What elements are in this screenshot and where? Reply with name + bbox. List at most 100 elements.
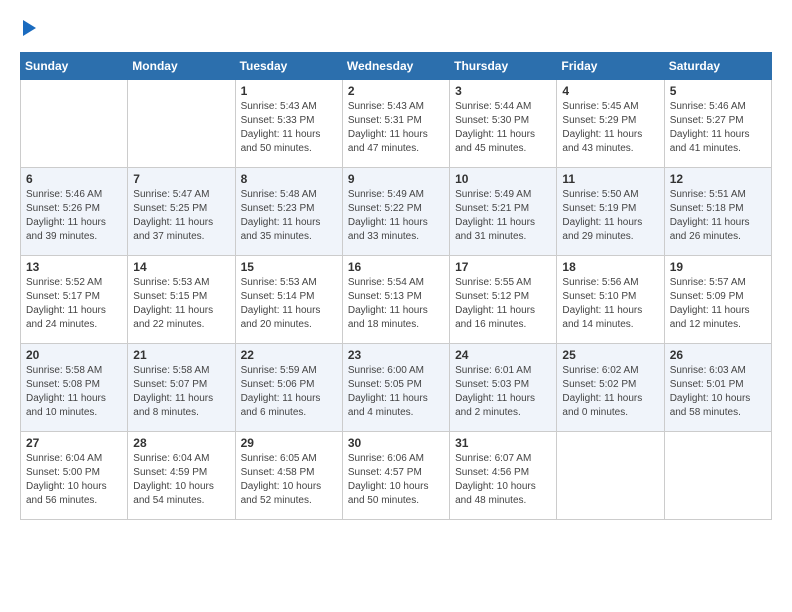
calendar-cell: 21 Sunrise: 5:58 AM Sunset: 5:07 PM Dayli… — [128, 344, 235, 432]
day-detail: Sunrise: 6:01 AM Sunset: 5:03 PM Dayligh… — [455, 364, 551, 420]
day-number: 4 — [562, 84, 658, 98]
day-detail: Sunrise: 5:43 AM Sunset: 5:31 PM Dayligh… — [348, 100, 444, 156]
day-detail: Sunrise: 6:07 AM Sunset: 4:56 PM Dayligh… — [455, 452, 551, 508]
day-detail: Sunrise: 6:05 AM Sunset: 4:58 PM Dayligh… — [241, 452, 337, 508]
calendar-cell: 10Sunrise: 5:49 AM Sunset: 5:21 PM Dayli… — [450, 168, 557, 256]
day-detail: Sunrise: 5:50 AM Sunset: 5:19 PM Dayligh… — [562, 188, 658, 244]
header-day-monday: Monday — [128, 53, 235, 80]
calendar-header-row: SundayMondayTuesdayWednesdayThursdayFrid… — [21, 53, 772, 80]
day-number: 3 — [455, 84, 551, 98]
day-number: 29 — [241, 436, 337, 450]
calendar-cell: 6 Sunrise: 5:46 AM Sunset: 5:26 PM Daylig… — [21, 168, 128, 256]
week-row-3: 13Sunrise: 5:52 AM Sunset: 5:17 PM Dayli… — [21, 256, 772, 344]
day-number: 21 — [133, 348, 229, 362]
calendar-cell: 17 Sunrise: 5:55 AM Sunset: 5:12 PM Dayli… — [450, 256, 557, 344]
calendar-cell: 25 Sunrise: 6:02 AM Sunset: 5:02 PM Dayli… — [557, 344, 664, 432]
day-detail: Sunrise: 5:51 AM Sunset: 5:18 PM Dayligh… — [670, 188, 766, 244]
day-number: 7 — [133, 172, 229, 186]
day-number: 30 — [348, 436, 444, 450]
day-detail: Sunrise: 6:02 AM Sunset: 5:02 PM Dayligh… — [562, 364, 658, 420]
header-day-wednesday: Wednesday — [342, 53, 449, 80]
day-number: 27 — [26, 436, 122, 450]
logo-arrow-icon — [23, 20, 36, 36]
calendar-cell: 5 Sunrise: 5:46 AM Sunset: 5:27 PM Daylig… — [664, 80, 771, 168]
day-number: 10 — [455, 172, 551, 186]
day-number: 26 — [670, 348, 766, 362]
day-detail: Sunrise: 5:56 AM Sunset: 5:10 PM Dayligh… — [562, 276, 658, 332]
calendar-cell: 23Sunrise: 6:00 AM Sunset: 5:05 PM Dayli… — [342, 344, 449, 432]
day-detail: Sunrise: 6:04 AM Sunset: 4:59 PM Dayligh… — [133, 452, 229, 508]
calendar-cell: 13Sunrise: 5:52 AM Sunset: 5:17 PM Dayli… — [21, 256, 128, 344]
calendar-cell: 4Sunrise: 5:45 AM Sunset: 5:29 PM Daylig… — [557, 80, 664, 168]
calendar-cell: 29 Sunrise: 6:05 AM Sunset: 4:58 PM Dayli… — [235, 432, 342, 520]
week-row-2: 6 Sunrise: 5:46 AM Sunset: 5:26 PM Daylig… — [21, 168, 772, 256]
day-number: 31 — [455, 436, 551, 450]
calendar-cell: 12 Sunrise: 5:51 AM Sunset: 5:18 PM Dayli… — [664, 168, 771, 256]
day-detail: Sunrise: 5:53 AM Sunset: 5:14 PM Dayligh… — [241, 276, 337, 332]
calendar-cell: 22 Sunrise: 5:59 AM Sunset: 5:06 PM Dayli… — [235, 344, 342, 432]
day-detail: Sunrise: 6:06 AM Sunset: 4:57 PM Dayligh… — [348, 452, 444, 508]
day-detail: Sunrise: 5:54 AM Sunset: 5:13 PM Dayligh… — [348, 276, 444, 332]
day-number: 17 — [455, 260, 551, 274]
calendar-cell: 30 Sunrise: 6:06 AM Sunset: 4:57 PM Dayli… — [342, 432, 449, 520]
day-detail: Sunrise: 5:59 AM Sunset: 5:06 PM Dayligh… — [241, 364, 337, 420]
day-detail: Sunrise: 6:00 AM Sunset: 5:05 PM Dayligh… — [348, 364, 444, 420]
calendar-cell — [21, 80, 128, 168]
day-detail: Sunrise: 5:52 AM Sunset: 5:17 PM Dayligh… — [26, 276, 122, 332]
header-day-tuesday: Tuesday — [235, 53, 342, 80]
header-day-saturday: Saturday — [664, 53, 771, 80]
calendar-cell: 27 Sunrise: 6:04 AM Sunset: 5:00 PM Dayli… — [21, 432, 128, 520]
calendar-cell: 8 Sunrise: 5:48 AM Sunset: 5:23 PM Daylig… — [235, 168, 342, 256]
day-detail: Sunrise: 5:46 AM Sunset: 5:26 PM Dayligh… — [26, 188, 122, 244]
header-day-thursday: Thursday — [450, 53, 557, 80]
day-detail: Sunrise: 5:49 AM Sunset: 5:22 PM Dayligh… — [348, 188, 444, 244]
day-number: 22 — [241, 348, 337, 362]
day-detail: Sunrise: 5:43 AM Sunset: 5:33 PM Dayligh… — [241, 100, 337, 156]
day-detail: Sunrise: 5:46 AM Sunset: 5:27 PM Dayligh… — [670, 100, 766, 156]
day-detail: Sunrise: 5:47 AM Sunset: 5:25 PM Dayligh… — [133, 188, 229, 244]
calendar-cell: 28Sunrise: 6:04 AM Sunset: 4:59 PM Dayli… — [128, 432, 235, 520]
calendar-cell: 26 Sunrise: 6:03 AM Sunset: 5:01 PM Dayli… — [664, 344, 771, 432]
logo — [20, 20, 37, 36]
day-number: 2 — [348, 84, 444, 98]
calendar-cell: 19 Sunrise: 5:57 AM Sunset: 5:09 PM Dayli… — [664, 256, 771, 344]
day-number: 25 — [562, 348, 658, 362]
day-number: 8 — [241, 172, 337, 186]
day-detail: Sunrise: 5:44 AM Sunset: 5:30 PM Dayligh… — [455, 100, 551, 156]
calendar-cell: 24 Sunrise: 6:01 AM Sunset: 5:03 PM Dayli… — [450, 344, 557, 432]
calendar-cell — [128, 80, 235, 168]
day-number: 6 — [26, 172, 122, 186]
week-row-5: 27 Sunrise: 6:04 AM Sunset: 5:00 PM Dayli… — [21, 432, 772, 520]
day-number: 11 — [562, 172, 658, 186]
day-number: 14 — [133, 260, 229, 274]
calendar-cell: 31 Sunrise: 6:07 AM Sunset: 4:56 PM Dayli… — [450, 432, 557, 520]
calendar-cell: 1 Sunrise: 5:43 AM Sunset: 5:33 PM Daylig… — [235, 80, 342, 168]
calendar-cell: 15 Sunrise: 5:53 AM Sunset: 5:14 PM Dayli… — [235, 256, 342, 344]
calendar-cell: 9Sunrise: 5:49 AM Sunset: 5:22 PM Daylig… — [342, 168, 449, 256]
day-detail: Sunrise: 6:03 AM Sunset: 5:01 PM Dayligh… — [670, 364, 766, 420]
calendar-cell: 20Sunrise: 5:58 AM Sunset: 5:08 PM Dayli… — [21, 344, 128, 432]
day-number: 12 — [670, 172, 766, 186]
day-detail: Sunrise: 6:04 AM Sunset: 5:00 PM Dayligh… — [26, 452, 122, 508]
day-detail: Sunrise: 5:55 AM Sunset: 5:12 PM Dayligh… — [455, 276, 551, 332]
calendar-table: SundayMondayTuesdayWednesdayThursdayFrid… — [20, 52, 772, 520]
day-detail: Sunrise: 5:58 AM Sunset: 5:07 PM Dayligh… — [133, 364, 229, 420]
header-day-friday: Friday — [557, 53, 664, 80]
calendar-cell: 11 Sunrise: 5:50 AM Sunset: 5:19 PM Dayli… — [557, 168, 664, 256]
day-number: 5 — [670, 84, 766, 98]
day-detail: Sunrise: 5:58 AM Sunset: 5:08 PM Dayligh… — [26, 364, 122, 420]
day-number: 19 — [670, 260, 766, 274]
day-number: 16 — [348, 260, 444, 274]
day-number: 18 — [562, 260, 658, 274]
calendar-cell: 3 Sunrise: 5:44 AM Sunset: 5:30 PM Daylig… — [450, 80, 557, 168]
day-detail: Sunrise: 5:48 AM Sunset: 5:23 PM Dayligh… — [241, 188, 337, 244]
day-number: 1 — [241, 84, 337, 98]
calendar-cell: 18 Sunrise: 5:56 AM Sunset: 5:10 PM Dayli… — [557, 256, 664, 344]
header — [20, 20, 772, 36]
day-detail: Sunrise: 5:57 AM Sunset: 5:09 PM Dayligh… — [670, 276, 766, 332]
day-number: 24 — [455, 348, 551, 362]
day-number: 15 — [241, 260, 337, 274]
week-row-4: 20Sunrise: 5:58 AM Sunset: 5:08 PM Dayli… — [21, 344, 772, 432]
day-detail: Sunrise: 5:53 AM Sunset: 5:15 PM Dayligh… — [133, 276, 229, 332]
calendar-cell — [557, 432, 664, 520]
